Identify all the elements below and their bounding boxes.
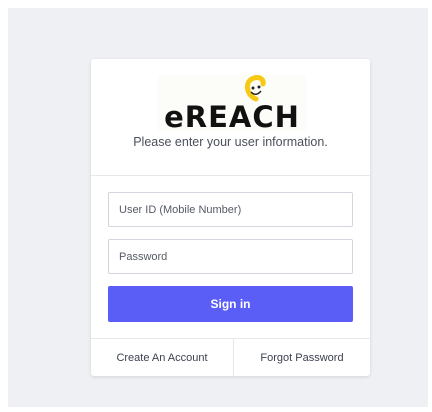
create-account-link[interactable]: Create An Account (91, 339, 233, 377)
login-card-header: eREACH Please enter your user informatio… (91, 59, 370, 176)
password-input[interactable] (108, 239, 353, 274)
forgot-password-link[interactable]: Forgot Password (234, 339, 370, 377)
login-card: eREACH Please enter your user informatio… (91, 59, 370, 377)
sign-in-button[interactable]: Sign in (108, 286, 353, 322)
user-id-input[interactable] (108, 192, 353, 227)
login-card-footer: Create An Account Forgot Password (91, 338, 370, 377)
logo-wordmark: eREACH (164, 100, 300, 131)
ereach-logo: eREACH (158, 75, 306, 131)
login-subtitle: Please enter your user information. (133, 135, 328, 149)
ereach-logo-graphic: eREACH (164, 75, 300, 131)
